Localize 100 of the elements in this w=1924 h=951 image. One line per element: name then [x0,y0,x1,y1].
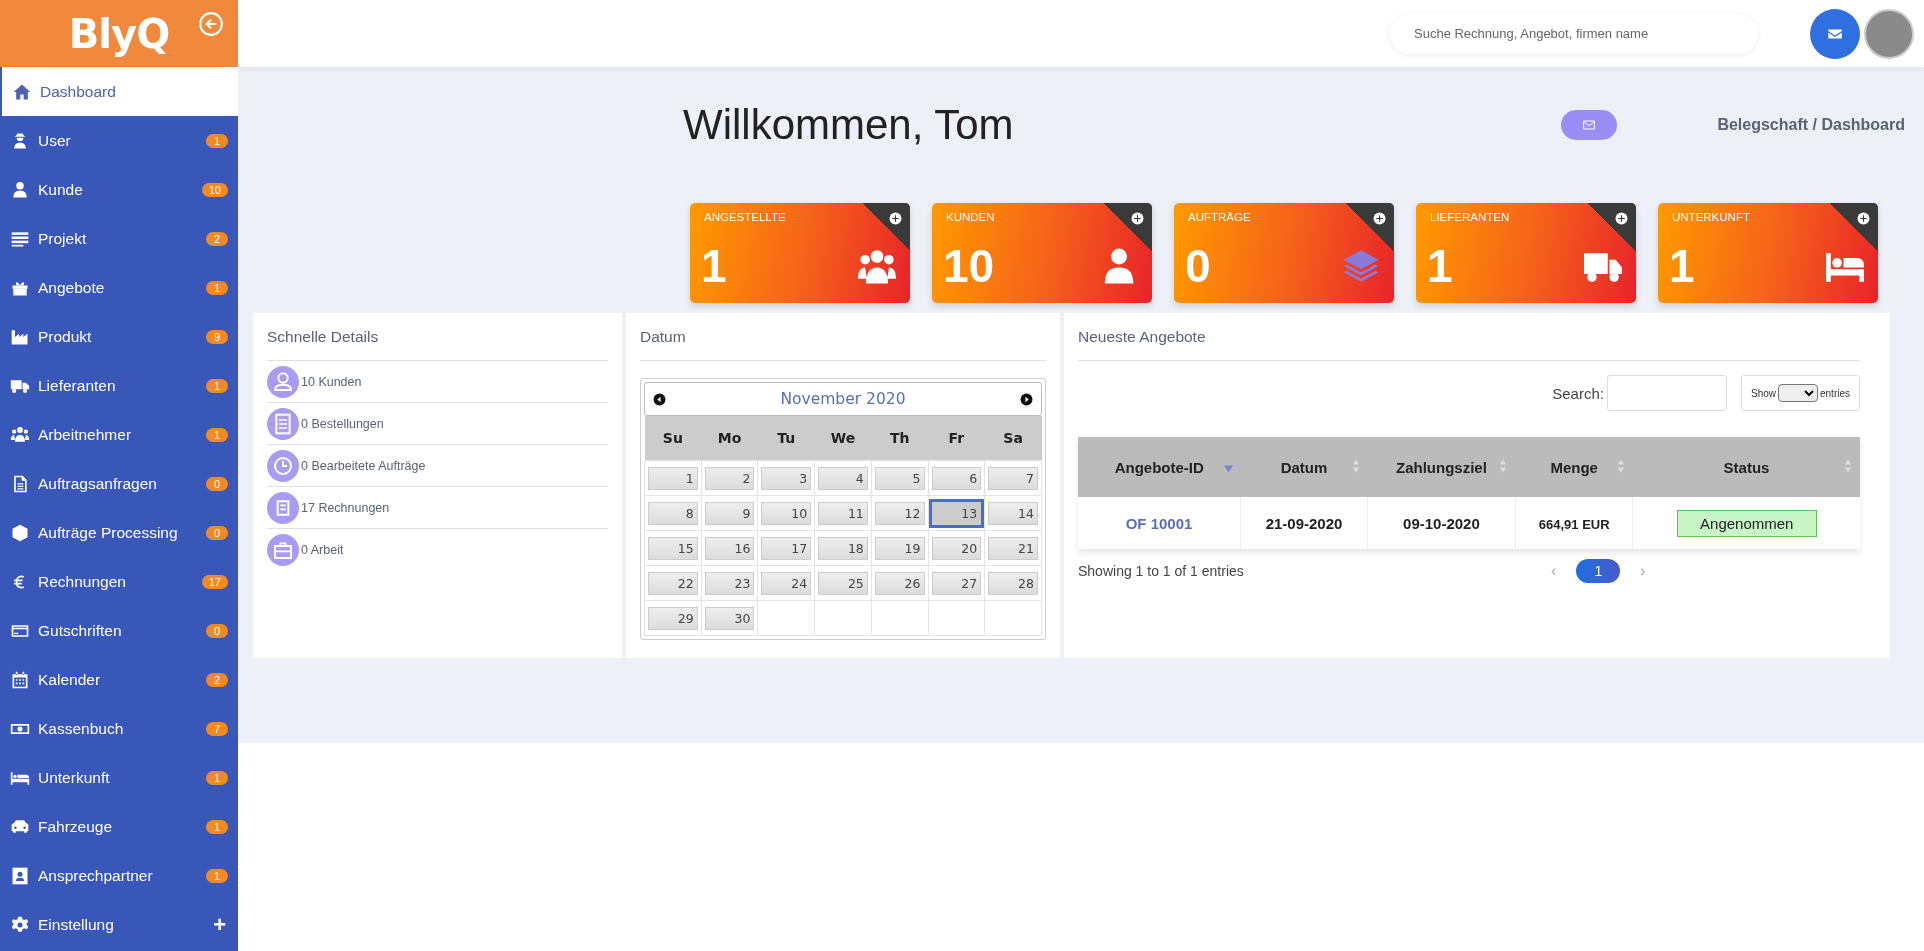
column-header[interactable]: Angebote-ID [1078,437,1241,497]
sidebar-item[interactable]: Kalender 2 [0,655,238,704]
page-title: Willkommen, Tom [683,101,1015,149]
day-cell[interactable]: 14 [988,501,1038,525]
count-badge: 1 [206,378,228,393]
logo: BlyQ [68,10,170,57]
plus-icon[interactable] [1131,212,1144,225]
day-cell[interactable]: 25 [818,571,868,595]
page-button[interactable]: 1 [1576,559,1621,583]
offer-link[interactable]: OF 10001 [1125,514,1193,532]
sidebar-item[interactable]: Kunde 10 [0,165,238,214]
day-cell[interactable]: 5 [874,466,925,490]
column-header[interactable]: Zahlungsziel [1367,437,1516,497]
search-field[interactable]: Suche Rechnung, Angebot, firmen name [1390,13,1758,54]
day-cell[interactable]: 23 [704,571,755,595]
stat-value: 10 [943,243,995,289]
day-cell[interactable]: 4 [818,466,868,490]
user-icon [10,179,30,200]
sidebar-item[interactable]: Angebote 1 [0,263,238,312]
plus-icon[interactable] [1857,212,1870,225]
users-icon [858,247,896,285]
sidebar-item[interactable]: Arbeitnehmer 1 [0,410,238,459]
sidebar-item[interactable]: Lieferanten 1 [0,361,238,410]
plus-icon[interactable] [1615,212,1628,225]
panel-title: Schnelle Details [267,313,608,361]
day-cell[interactable]: 15 [648,536,698,560]
day-cell[interactable]: 8 [648,501,698,525]
sidebar-item[interactable]: Ansprechpartner 1 [0,851,238,900]
day-cell[interactable]: 19 [874,536,925,560]
stat-value: 1 [701,243,727,289]
day-cell[interactable]: 3 [761,466,812,490]
clock-icon [267,449,299,482]
sidebar-item[interactable]: Unterkunft 1 [0,753,238,802]
table-cell: 09-10-2020 [1403,514,1480,532]
count-badge: 10 [201,182,228,197]
next-month-icon[interactable] [1020,392,1033,406]
day-cell[interactable]: 18 [818,536,868,560]
sidebar-item[interactable]: Gutschriften 0 [0,606,238,655]
sidebar-item[interactable]: Rechnungen 17 [0,557,238,606]
sidebar-item[interactable]: Produkt 9 [0,312,238,361]
count-badge: 0 [206,476,228,491]
day-cell[interactable]: 27 [931,571,982,595]
day-cell[interactable]: 30 [704,606,755,630]
plus-icon[interactable] [1373,212,1386,225]
count-badge: 1 [206,133,228,148]
day-cell[interactable]: 22 [648,571,698,595]
day-cell[interactable]: 12 [874,501,925,525]
day-cell[interactable]: 26 [874,571,925,595]
table-cell: 21-09-2020 [1265,514,1343,532]
weekday-label: Th [871,416,928,461]
day-cell[interactable]: 10 [761,501,812,525]
plus-icon[interactable] [889,212,902,225]
day-cell[interactable]: 13 [931,501,982,525]
count-badge: 1 [206,770,228,785]
day-cell[interactable]: 28 [988,571,1038,595]
stat-label: AUFTRÄGE [1188,211,1251,223]
count-badge: 7 [206,721,228,736]
mail-button[interactable] [1810,8,1860,59]
panel-title: Neueste Angebote [1078,313,1860,361]
sidebar-item[interactable]: Auftragsanfragen 0 [0,459,238,508]
sidebar-item[interactable]: Einstellung + [0,900,238,949]
day-cell[interactable]: 29 [648,606,698,630]
sidebar-item[interactable]: Kassenbuch 7 [0,704,238,753]
layers-icon [1342,247,1380,285]
day-cell[interactable]: 1 [648,466,698,490]
panel-title: Datum [640,313,1046,361]
status-badge: Angenommen [1676,509,1817,537]
day-cell[interactable]: 16 [704,536,755,560]
day-cell[interactable]: 6 [931,466,982,490]
day-cell[interactable]: 17 [761,536,812,560]
sidebar-item[interactable]: Aufträge Processing 0 [0,508,238,557]
show-label: Show [1750,387,1776,399]
day-cell[interactable]: 7 [988,466,1038,490]
sidebar-item[interactable]: Dashboard [0,67,238,116]
weekday-label: Fr [928,416,985,461]
month-title: November 2020 [780,390,906,408]
expand-toggle[interactable]: + [213,911,226,938]
day-cell[interactable]: 24 [761,571,812,595]
day-cell[interactable]: 9 [704,501,755,525]
table-search-field[interactable] [1606,375,1727,411]
briefcase-icon [267,533,299,566]
day-cell[interactable]: 21 [988,536,1038,560]
column-header[interactable]: Status [1633,437,1860,497]
column-header[interactable]: Datum [1240,437,1368,497]
avatar[interactable] [1864,8,1914,59]
sidebar-item[interactable]: Fahrzeuge 1 [0,802,238,851]
search-label: Search: [1552,384,1604,402]
stat-value: 0 [1185,243,1211,289]
detail-text: 0 Bestellungen [301,416,384,431]
day-cell[interactable]: 20 [931,536,982,560]
sidebar-item[interactable]: Projekt 2 [0,214,238,263]
day-cell[interactable]: 11 [818,501,868,525]
user-icon [267,365,299,398]
page-size-select[interactable] [1778,384,1818,402]
day-cell[interactable]: 2 [704,466,755,490]
sidebar-item[interactable]: User 1 [0,116,238,165]
previous-month-icon[interactable] [653,392,666,406]
count-badge: 1 [206,427,228,442]
count-badge: 2 [206,672,228,687]
column-header[interactable]: Menge [1515,437,1633,497]
